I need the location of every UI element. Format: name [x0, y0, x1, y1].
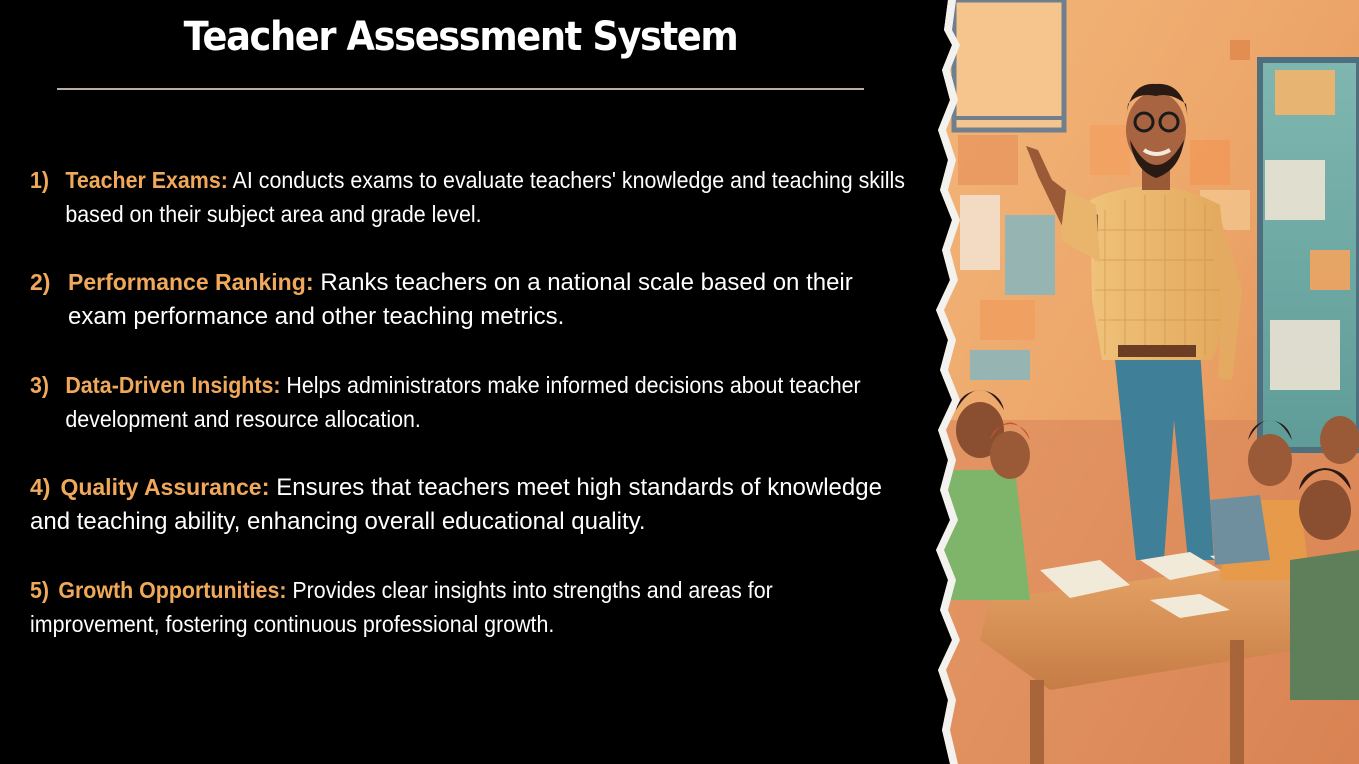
bullet-point-growth-opportunities: 5) Growth Opportunities: Provides clear i…	[30, 573, 900, 641]
bullet-number: 4)	[30, 474, 51, 500]
bullet-number: 3)	[30, 372, 50, 398]
classroom-illustration	[930, 0, 1359, 764]
bullet-number: 1)	[30, 167, 50, 193]
classroom-illustration-image	[930, 0, 1359, 764]
bullet-point-quality-assurance: 4) Quality Assurance: Ensures that teache…	[30, 470, 900, 539]
bullet-heading: Teacher Exams	[65, 167, 221, 193]
bullet-separator: :	[261, 474, 270, 501]
bullet-separator: :	[305, 269, 314, 296]
bullet-list: 1) Teacher Exams: AI conducts exams to ev…	[30, 163, 905, 641]
bullet-heading: Performance Ranking	[68, 269, 306, 295]
bullet-heading: Quality Assurance	[60, 474, 262, 500]
bullet-point-data-driven-insights: 3) Data-Driven Insights: Helps administra…	[30, 368, 935, 436]
bullet-point-performance-ranking: 2) Performance Ranking: Ranks teachers on…	[30, 265, 900, 334]
bullet-number: 2)	[30, 269, 51, 295]
bullet-separator: :	[220, 167, 228, 193]
title-divider	[57, 88, 864, 90]
slide: Teacher Assessment System 1) Teacher Exam…	[0, 0, 1359, 764]
bullet-heading: Data-Driven Insights	[65, 372, 274, 398]
bullet-number: 5)	[30, 577, 50, 603]
slide-title: Teacher Assessment System	[183, 14, 739, 60]
bullet-point-teacher-exams: 1) Teacher Exams: AI conducts exams to ev…	[30, 163, 935, 231]
bullet-separator: :	[279, 577, 287, 603]
torn-paper-edge	[930, 0, 960, 764]
bullet-heading: Growth Opportunities	[58, 577, 280, 603]
